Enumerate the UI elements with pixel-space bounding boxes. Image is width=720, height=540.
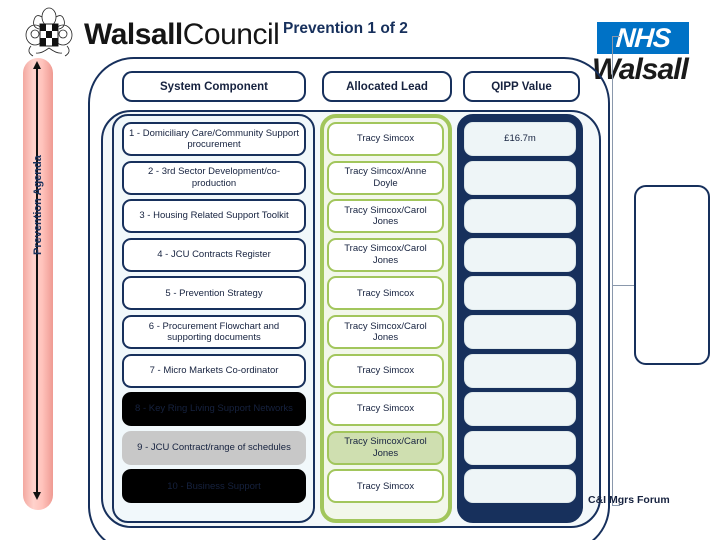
- qipp-value-cell[interactable]: [464, 276, 576, 311]
- qipp-value-cell[interactable]: [464, 353, 576, 388]
- system-component-cell[interactable]: 1 - Domiciliary Care/Community Support p…: [122, 122, 306, 156]
- column-header-system-component: System Component: [122, 71, 306, 102]
- allocated-lead-cell[interactable]: Tracy Simcox/Carol Jones: [327, 315, 444, 349]
- qipp-value-cell[interactable]: [464, 315, 576, 349]
- page-title: Prevention 1 of 2: [283, 20, 408, 37]
- allocated-lead-cell[interactable]: Tracy Simcox/Carol Jones: [327, 199, 444, 234]
- forum-footer-label: C&I Mgrs Forum: [588, 494, 670, 506]
- prevention-agenda-bar: [23, 58, 53, 510]
- qipp-value-cell[interactable]: [464, 160, 576, 195]
- council-name-bold: Walsall: [84, 18, 183, 51]
- allocated-lead-cell[interactable]: Tracy Simcox: [327, 392, 444, 427]
- system-component-cell[interactable]: 2 - 3rd Sector Development/co-production: [122, 160, 306, 195]
- qipp-value-cell[interactable]: [464, 430, 576, 465]
- allocated-lead-cell[interactable]: Tracy Simcox: [327, 122, 444, 156]
- column-header-allocated-lead: Allocated Lead: [322, 71, 452, 102]
- system-component-cell[interactable]: 7 - Micro Markets Co-ordinator: [122, 353, 306, 388]
- allocated-lead-cell[interactable]: Tracy Simcox/Carol Jones: [327, 430, 444, 465]
- walsall-coat-of-arms-icon: [18, 4, 80, 66]
- system-component-cell[interactable]: 5 - Prevention Strategy: [122, 276, 306, 311]
- walsall-council-wordmark: WalsallCouncil: [84, 18, 280, 52]
- qipp-value-cell[interactable]: [464, 469, 576, 504]
- grouping-bracket: [612, 36, 620, 506]
- qipp-value-cell[interactable]: [464, 392, 576, 427]
- allocated-lead-cell[interactable]: Tracy Simcox/Anne Doyle: [327, 160, 444, 195]
- slide-canvas: WalsallCouncil Prevention 1 of 2 NHS Wal…: [0, 0, 720, 540]
- qipp-value-cell[interactable]: £16.7m: [464, 122, 576, 156]
- system-component-cell[interactable]: 6 - Procurement Flowchart and supporting…: [122, 315, 306, 349]
- prevention-agenda-label: Prevention Agenda: [32, 155, 44, 255]
- system-component-cell[interactable]: 3 - Housing Related Support Toolkit: [122, 199, 306, 234]
- qipp-value-cell[interactable]: [464, 199, 576, 234]
- system-component-cell[interactable]: 8 - Key Ring Living Support Networks: [122, 392, 306, 427]
- allocated-lead-cell[interactable]: Tracy Simcox: [327, 276, 444, 311]
- allocated-lead-cell[interactable]: Tracy Simcox: [327, 469, 444, 504]
- system-component-cell[interactable]: 4 - JCU Contracts Register: [122, 237, 306, 272]
- council-name-light: Council: [182, 18, 280, 51]
- nhs-logo: NHS: [597, 22, 689, 54]
- grouping-bracket-connector: [612, 285, 634, 286]
- system-component-cell[interactable]: 10 - Business Support: [122, 469, 306, 504]
- nhs-trust-name: Walsall: [592, 53, 689, 86]
- nhs-logo-text: NHS: [614, 22, 672, 53]
- column-header-qipp-value: QIPP Value: [463, 71, 580, 102]
- double-headed-vertical-arrow-icon: [33, 61, 41, 500]
- side-empty-box: [634, 185, 710, 365]
- system-component-cell[interactable]: 9 - JCU Contract/range of schedules: [122, 430, 306, 465]
- allocated-lead-cell[interactable]: Tracy Simcox/Carol Jones: [327, 237, 444, 272]
- qipp-value-cell[interactable]: [464, 237, 576, 272]
- allocated-lead-cell[interactable]: Tracy Simcox: [327, 353, 444, 388]
